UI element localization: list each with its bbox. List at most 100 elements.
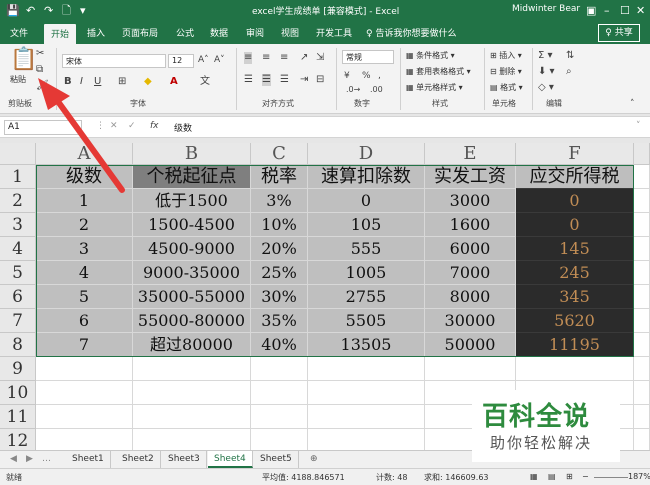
increase-decimal-icon[interactable]: .0→	[346, 84, 360, 96]
table-cell[interactable]: 10%	[251, 213, 308, 237]
table-cell[interactable]: 55000-80000	[133, 309, 251, 333]
empty-cell[interactable]	[133, 429, 251, 450]
empty-cell[interactable]	[308, 357, 425, 381]
tell-me-search[interactable]: ♀ 告诉我你想要做什么	[366, 26, 456, 39]
empty-cell[interactable]	[133, 381, 251, 405]
number-format-select[interactable]: 常规	[342, 50, 394, 64]
sort-filter-icon[interactable]: ⇅	[566, 50, 574, 62]
format-painter-icon[interactable]: 🖌	[36, 80, 49, 92]
empty-cell[interactable]	[36, 405, 133, 429]
indent-icon[interactable]: ⇥	[300, 74, 308, 86]
orientation-icon[interactable]: ↗	[300, 52, 308, 64]
table-cell[interactable]: 1005	[308, 261, 425, 285]
maximize-icon[interactable]: ☐	[620, 3, 630, 19]
find-select-icon[interactable]: ⌕	[566, 66, 572, 78]
format-cells-button[interactable]: ▤ 格式 ▾	[490, 82, 523, 93]
table-cell[interactable]: 5	[36, 285, 133, 309]
quick-access-dropdown-icon[interactable]: ▾	[80, 3, 86, 19]
copy-icon[interactable]: ⧉	[36, 64, 43, 76]
table-cell[interactable]: 3	[36, 237, 133, 261]
cancel-entry-icon[interactable]: ✕	[110, 121, 118, 131]
table-header-cell[interactable]: 速算扣除数	[308, 165, 425, 189]
table-cell[interactable]: 30000	[425, 309, 516, 333]
fill-icon[interactable]: ⬇ ▾	[538, 66, 555, 78]
table-cell[interactable]: 1	[36, 189, 133, 213]
font-color-icon[interactable]: A	[170, 76, 178, 88]
column-header-b[interactable]: B	[133, 143, 251, 165]
row-header[interactable]: 7	[0, 309, 36, 333]
redo-icon[interactable]: ↷	[44, 3, 53, 19]
table-cell[interactable]: 1500-4500	[133, 213, 251, 237]
autosum-icon[interactable]: Σ ▾	[538, 50, 553, 62]
close-icon[interactable]: ✕	[636, 3, 645, 19]
table-cell[interactable]: 145	[516, 237, 634, 261]
table-format-button[interactable]: ▦ 套用表格格式 ▾	[406, 66, 471, 77]
table-cell[interactable]: 1600	[425, 213, 516, 237]
row-header[interactable]: 6	[0, 285, 36, 309]
align-middle-icon[interactable]: ≡	[262, 52, 270, 64]
tab-formulas[interactable]: 公式	[176, 26, 194, 39]
column-header-c[interactable]: C	[251, 143, 308, 165]
table-cell[interactable]: 5505	[308, 309, 425, 333]
empty-cell[interactable]	[251, 405, 308, 429]
table-cell[interactable]: 555	[308, 237, 425, 261]
empty-cell[interactable]	[36, 429, 133, 450]
cut-icon[interactable]: ✂	[36, 48, 44, 60]
table-cell[interactable]: 超过80000	[133, 333, 251, 357]
table-header-cell[interactable]: 实发工资	[425, 165, 516, 189]
empty-cell[interactable]	[251, 429, 308, 450]
row-header[interactable]: 2	[0, 189, 36, 213]
minimize-icon[interactable]: –	[604, 3, 610, 19]
normal-view-icon[interactable]: ▦	[530, 472, 538, 481]
grow-font-icon[interactable]: A˄	[198, 54, 209, 66]
delete-cells-button[interactable]: ⊟ 删除 ▾	[490, 66, 522, 77]
table-cell[interactable]: 25%	[251, 261, 308, 285]
empty-cell[interactable]	[36, 357, 133, 381]
table-cell[interactable]: 9000-35000	[133, 261, 251, 285]
undo-icon[interactable]: ↶	[26, 3, 35, 19]
table-cell[interactable]: 245	[516, 261, 634, 285]
empty-cell[interactable]	[634, 261, 650, 285]
table-header-cell[interactable]: 级数	[36, 165, 133, 189]
insert-cells-button[interactable]: ⊞ 插入 ▾	[490, 50, 522, 61]
percent-icon[interactable]: %	[362, 70, 371, 82]
font-size-select[interactable]: 12	[168, 54, 194, 68]
empty-cell[interactable]	[308, 405, 425, 429]
zoom-level[interactable]: 187%	[628, 472, 650, 481]
table-cell[interactable]: 8000	[425, 285, 516, 309]
column-header-f[interactable]: F	[516, 143, 634, 165]
empty-cell[interactable]	[251, 357, 308, 381]
table-cell[interactable]: 50000	[425, 333, 516, 357]
sheet-tab-sheet4[interactable]: Sheet4	[208, 451, 253, 468]
table-cell[interactable]: 3000	[425, 189, 516, 213]
align-left-icon[interactable]: ☰	[244, 74, 253, 86]
expand-formula-bar-icon[interactable]: ˅	[636, 121, 641, 131]
empty-cell[interactable]	[133, 357, 251, 381]
table-cell[interactable]: 3%	[251, 189, 308, 213]
empty-cell[interactable]	[308, 429, 425, 450]
row-header[interactable]: 1	[0, 165, 36, 189]
column-header-e[interactable]: E	[425, 143, 516, 165]
sheet-tab-overflow-icon[interactable]: …	[36, 451, 57, 468]
table-header-cell[interactable]: 税率	[251, 165, 308, 189]
row-header[interactable]: 3	[0, 213, 36, 237]
wrap-text-icon[interactable]: ⇲	[316, 52, 324, 64]
zoom-out-icon[interactable]: −	[582, 472, 589, 481]
comma-style-icon[interactable]: ,	[378, 70, 381, 82]
tab-review[interactable]: 审阅	[246, 26, 264, 39]
table-cell[interactable]: 7000	[425, 261, 516, 285]
tab-view[interactable]: 视图	[281, 26, 299, 39]
italic-icon[interactable]: I	[80, 76, 83, 88]
table-cell[interactable]: 13505	[308, 333, 425, 357]
row-header[interactable]: 8	[0, 333, 36, 357]
table-cell[interactable]: 35000-55000	[133, 285, 251, 309]
sheet-tab-sheet5[interactable]: Sheet5	[254, 451, 299, 468]
select-all-corner[interactable]	[0, 143, 36, 165]
sheet-tab-sheet1[interactable]: Sheet1	[66, 451, 111, 468]
table-cell[interactable]: 345	[516, 285, 634, 309]
confirm-entry-icon[interactable]: ✓	[128, 121, 136, 131]
table-cell[interactable]: 35%	[251, 309, 308, 333]
empty-cell[interactable]	[516, 357, 634, 381]
formula-input[interactable]: 级数	[174, 121, 192, 134]
table-cell[interactable]: 4	[36, 261, 133, 285]
